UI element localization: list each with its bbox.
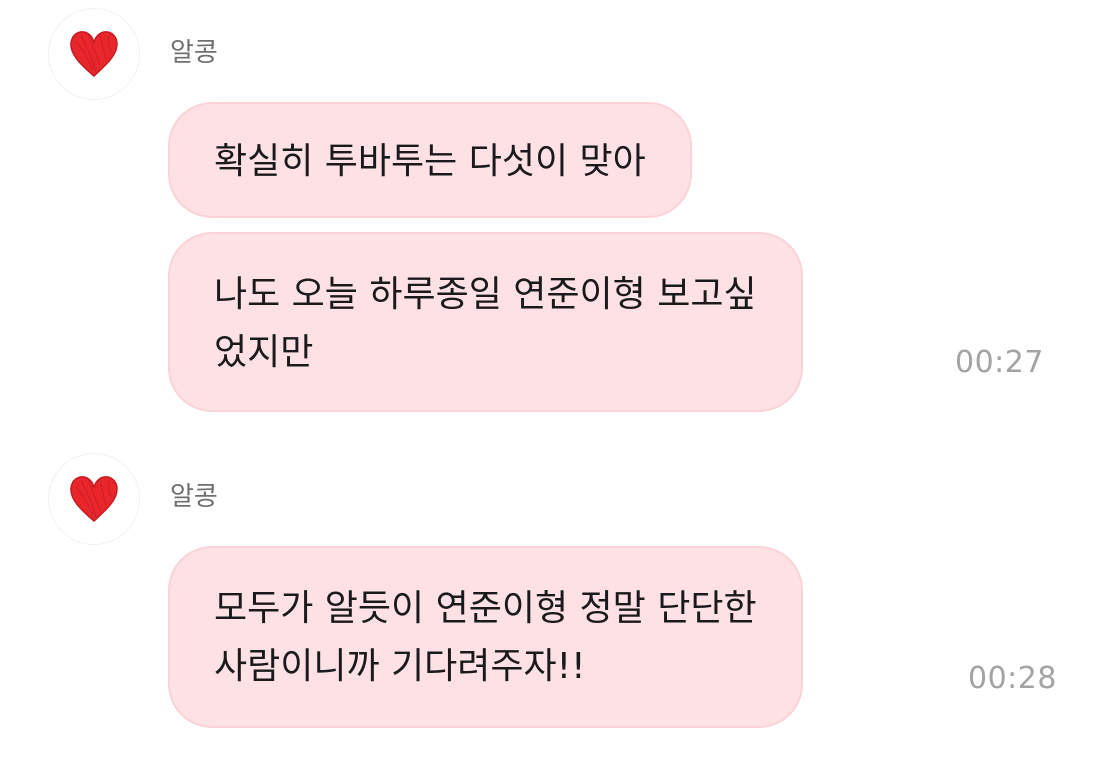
message-bubble[interactable]: 모두가 알듯이 연준이형 정말 단단한 사람이니까 기다려주자!! — [168, 546, 803, 728]
sender-avatar[interactable] — [48, 453, 140, 545]
message-group: 알콩 확실히 투바투는 다섯이 맞아 나도 오늘 하루종일 연준이형 보고싶 었… — [0, 0, 1113, 420]
message-text: 나도 오늘 하루종일 연준이형 보고싶 — [214, 274, 757, 315]
red-heart-icon — [70, 476, 118, 523]
red-heart-icon — [70, 31, 118, 78]
message-timestamp: 00:27 — [955, 345, 1044, 380]
message-group: 알콩 모두가 알듯이 연준이형 정말 단단한 사람이니까 기다려주자!! 00:… — [0, 445, 1113, 745]
message-text: 모두가 알듯이 연준이형 정말 단단한 — [214, 588, 757, 629]
message-text: 었지만 — [214, 332, 314, 373]
message-bubble[interactable]: 확실히 투바투는 다섯이 맞아 — [168, 102, 692, 218]
message-text: 확실히 투바투는 다섯이 맞아 — [214, 141, 646, 182]
sender-name: 알콩 — [170, 38, 218, 68]
sender-name: 알콩 — [170, 482, 218, 512]
sender-avatar[interactable] — [48, 8, 140, 100]
message-bubble[interactable]: 나도 오늘 하루종일 연준이형 보고싶 었지만 — [168, 232, 803, 412]
message-timestamp: 00:28 — [968, 661, 1057, 696]
message-text: 사람이니까 기다려주자!! — [214, 646, 586, 687]
